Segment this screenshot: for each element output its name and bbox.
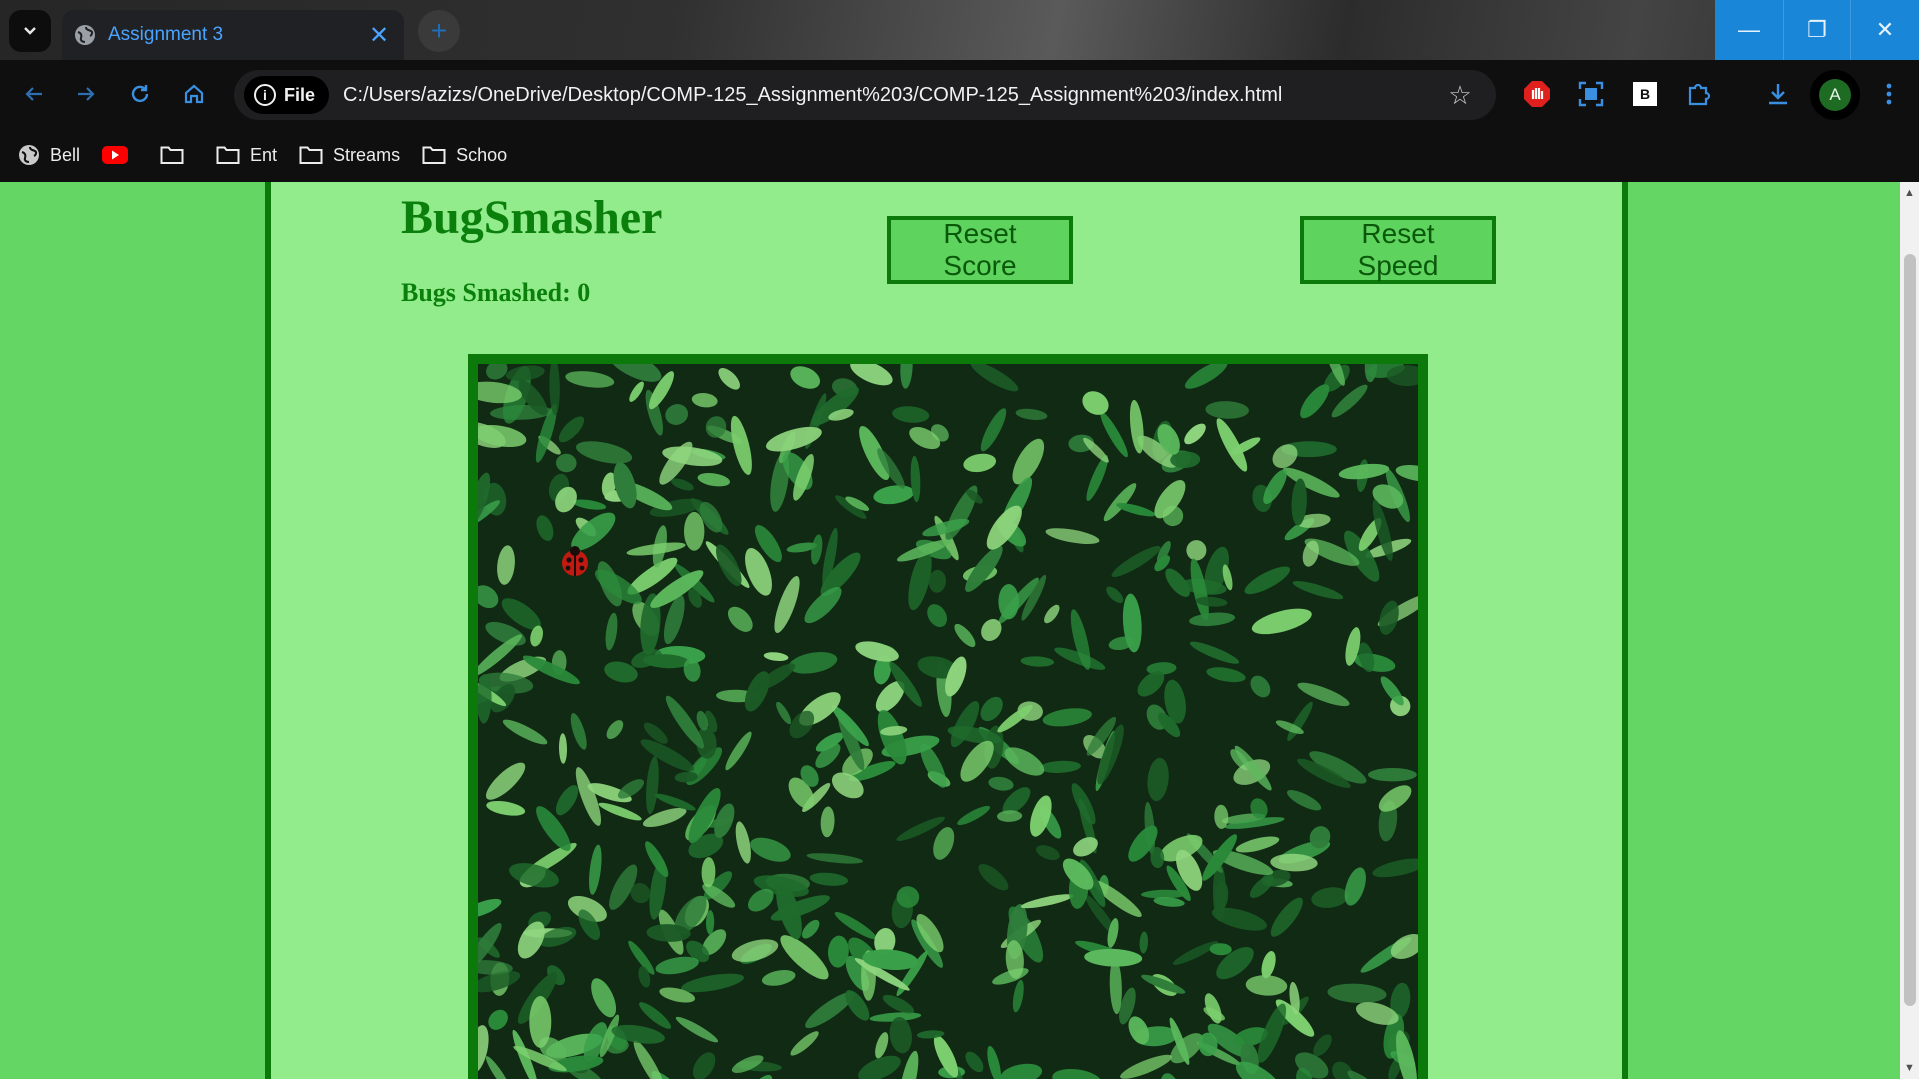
minimize-button[interactable]: —	[1715, 0, 1783, 60]
page-scrollbar[interactable]: ▲ ▼	[1900, 182, 1919, 1079]
extension-b[interactable]: B	[1625, 74, 1665, 114]
window-controls: — ❐ ✕	[1715, 0, 1919, 60]
youtube-icon	[102, 146, 129, 164]
folder-icon	[299, 146, 323, 164]
restore-button[interactable]: ❐	[1783, 0, 1851, 60]
extension-b-icon: B	[1633, 82, 1657, 106]
stop-hand-icon	[1524, 81, 1550, 107]
profile-button[interactable]: A	[1810, 70, 1860, 120]
globe-icon	[19, 145, 39, 165]
extension-adblock[interactable]	[1517, 74, 1557, 114]
globe-icon	[75, 25, 95, 45]
reload-button[interactable]	[120, 74, 160, 114]
bookmarks-bar: Bell Ent Streams Schoo	[0, 128, 1919, 182]
downloads-button[interactable]	[1758, 74, 1798, 114]
game-canvas[interactable]	[468, 354, 1428, 1079]
chevron-down-icon	[24, 27, 36, 35]
folder-icon	[422, 146, 446, 164]
kebab-menu-icon	[1886, 83, 1892, 105]
extensions-button[interactable]	[1679, 74, 1719, 114]
bookmark-folder-schoo[interactable]: Schoo	[422, 145, 507, 166]
tab-search-button[interactable]	[9, 10, 51, 52]
scroll-down-arrow-icon[interactable]: ▼	[1900, 1059, 1919, 1077]
home-button[interactable]	[174, 74, 214, 114]
close-window-button[interactable]: ✕	[1851, 0, 1919, 60]
bookmark-folder-streams[interactable]: Streams	[299, 145, 400, 166]
leaf-background-image	[478, 364, 1418, 1079]
ladybug-icon[interactable]	[558, 544, 592, 578]
folder-icon	[216, 146, 240, 164]
new-tab-button[interactable]: +	[418, 10, 460, 52]
arrow-right-icon	[78, 87, 95, 101]
site-info-chip[interactable]: i File	[244, 76, 330, 114]
page-title: BugSmasher	[401, 191, 663, 244]
info-icon: i	[254, 84, 276, 106]
bookmark-label: Bell	[50, 144, 81, 165]
scroll-up-arrow-icon[interactable]: ▲	[1900, 184, 1919, 202]
bookmark-label: Schoo	[456, 144, 508, 165]
browser-toolbar: i File C:/Users/azizs/OneDrive/Desktop/C…	[0, 60, 1919, 128]
site-chip-label: File	[284, 84, 316, 105]
forward-button[interactable]	[66, 74, 106, 114]
reset-score-button[interactable]: Reset Score	[887, 216, 1073, 284]
bookmark-bell[interactable]: Bell	[18, 144, 80, 166]
reset-speed-button[interactable]: Reset Speed	[1300, 216, 1496, 284]
tab-title: Assignment 3	[108, 24, 224, 45]
home-icon	[184, 84, 204, 104]
bookmark-star-icon[interactable]: ☆	[1440, 80, 1480, 111]
back-button[interactable]	[14, 74, 54, 114]
bookmark-folder-unnamed[interactable]	[160, 145, 194, 165]
extension-screenshot[interactable]	[1571, 74, 1611, 114]
bookmark-label: Streams	[333, 144, 401, 165]
puzzle-icon	[1688, 83, 1711, 106]
bookmark-youtube[interactable]	[102, 145, 138, 165]
score-display: Bugs Smashed: 0	[401, 278, 591, 307]
active-tab[interactable]: Assignment 3 ✕	[62, 10, 404, 60]
page-viewport: BugSmasher Bugs Smashed: 0 Reset Score R…	[0, 182, 1900, 1079]
capture-icon	[1578, 81, 1604, 107]
address-bar[interactable]: i File C:/Users/azizs/OneDrive/Desktop/C…	[234, 70, 1496, 120]
game-container: BugSmasher Bugs Smashed: 0 Reset Score R…	[265, 182, 1628, 1079]
arrow-left-icon	[25, 87, 42, 101]
download-icon	[1769, 84, 1787, 105]
scroll-thumb[interactable]	[1904, 254, 1916, 1006]
menu-button[interactable]	[1869, 74, 1909, 114]
url-text[interactable]: C:/Users/azizs/OneDrive/Desktop/COMP-125…	[343, 84, 1440, 107]
title-bar: Assignment 3 ✕ + — ❐ ✕	[0, 0, 1919, 60]
reload-icon	[131, 85, 149, 103]
avatar: A	[1819, 79, 1851, 111]
plus-icon: +	[430, 15, 448, 46]
bookmark-label: Ent	[250, 144, 278, 165]
close-tab-icon[interactable]: ✕	[366, 21, 392, 50]
bookmark-folder-ent[interactable]: Ent	[216, 145, 277, 166]
folder-icon	[160, 146, 184, 164]
